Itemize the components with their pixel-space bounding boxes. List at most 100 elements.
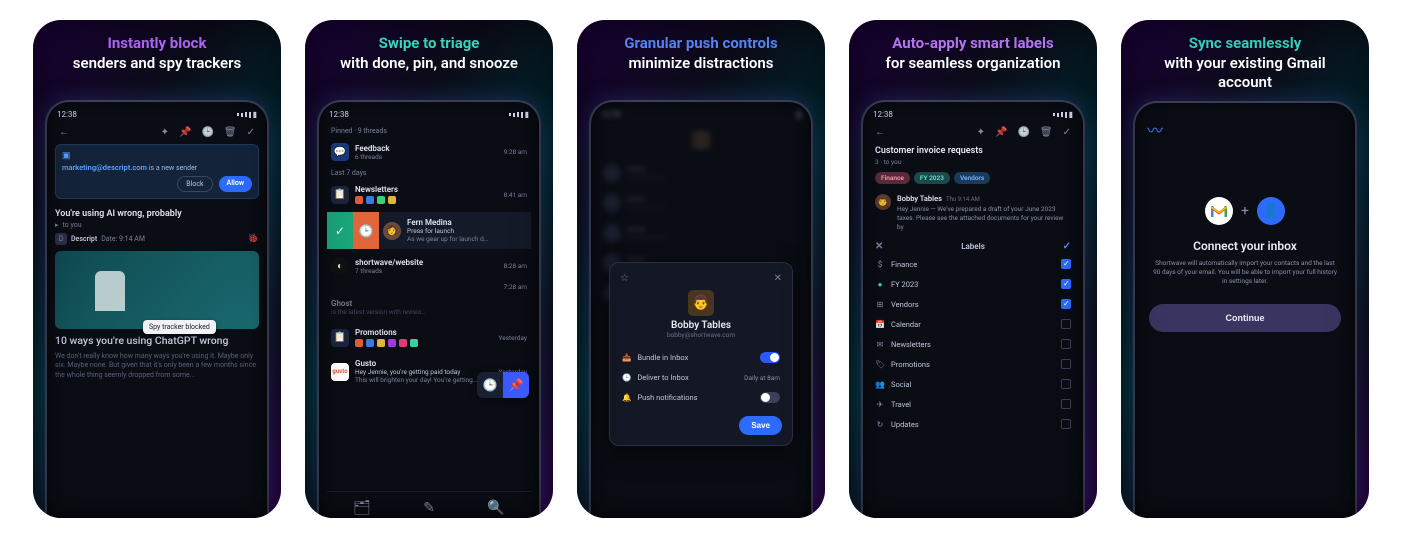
allow-button[interactable]: Allow [219,176,252,192]
label-row[interactable]: ✈Travel [871,394,1075,414]
pin-action-icon[interactable]: 📌 [503,372,529,398]
clock-icon[interactable]: 🕒 [1017,127,1029,138]
chip-vendors[interactable]: Vendors [954,172,990,184]
item-time: 9:28 am [504,148,527,156]
done-icon[interactable]: ✓ [1063,127,1071,138]
checkbox[interactable] [1061,279,1071,289]
item-sub: Hey Jennie, you're getting paid today [355,368,493,376]
floating-actions: 🕒 📌 [477,372,529,398]
label-row[interactable]: ↻Updates [871,414,1075,434]
block-button[interactable]: Block [177,176,212,192]
label-name: Newsletters [891,340,931,349]
checkbox[interactable] [1061,419,1071,429]
slide-sync-gmail[interactable]: Sync seamlessly with your existing Gmail… [1121,20,1369,518]
headline-accent: Auto-apply smart labels [892,34,1053,52]
label-icon: 👥 [875,380,885,389]
email-subject: You're using AI wrong, probably [55,209,259,219]
setting-label: Deliver to Inbox [637,373,688,382]
checkbox[interactable] [1061,319,1071,329]
slide-block-senders[interactable]: Instantly block senders and spy trackers… [33,20,281,518]
done-icon[interactable]: ✓ [247,127,255,138]
label-name: Updates [891,420,919,429]
trash-icon[interactable]: 🗑 [224,127,237,138]
list-item[interactable]: 💬 Feedback6 threads 9:28 am [327,137,531,167]
close-icon[interactable]: ✕ [774,273,782,284]
snooze-action-icon[interactable]: 🕒 [477,372,503,398]
phone-mock: 12:38 ▮ ← ✦ 📌 🕒 🗑 ✓ Customer invoice req… [861,100,1085,518]
chip-finance[interactable]: Finance [875,172,910,184]
swipe-done-icon[interactable]: ✓ [327,212,353,249]
checkbox[interactable] [1061,299,1071,309]
label-row[interactable]: 📅Calendar [871,314,1075,334]
label-name: Finance [891,260,917,269]
list-item[interactable]: 📋 Promotions Yesterday [327,322,531,353]
setting-row[interactable]: 📥Bundle in Inbox [620,347,782,368]
list-item[interactable]: ◐ shortwave/website7 threads 8:28 am [327,251,531,281]
back-icon[interactable]: ← [875,127,885,138]
clock-icon[interactable]: 🕒 [201,127,213,138]
gusto-icon: gusto [331,363,349,381]
slide-headline: Sync seamlessly with your existing Gmail… [1133,34,1357,93]
sender-name: Descript [71,235,97,243]
bug-icon[interactable]: 🐞 [248,234,259,244]
label-row[interactable]: 🏷Promotions [871,354,1075,374]
headline-accent: Swipe to triage [379,34,480,52]
star-icon[interactable]: ☆ [620,273,629,284]
swipe-snooze-icon[interactable]: 🕒 [353,212,379,249]
swipe-row[interactable]: ✓ 🕒 👩 Fern MedinaPress for launchAs we g… [327,212,531,249]
labels-close-icon[interactable]: ✕ [875,241,883,252]
new-sender-text: is a new sender [149,164,197,172]
headline-rest: with done, pin, and snooze [340,54,518,72]
pinned-label: Pinned · 9 threads [327,125,531,137]
label-row[interactable]: 👥Social [871,374,1075,394]
clock: 12:38 [329,110,349,119]
trash-icon[interactable]: 🗑 [1040,127,1053,138]
checkbox[interactable] [1061,359,1071,369]
labels-list: $Finance●FY 2023⊞Vendors📅Calendar✉Newsle… [871,254,1075,434]
pin-icon[interactable]: 📌 [995,127,1007,138]
setting-row[interactable]: 🕒Deliver to Inbox Daily at 8am [620,368,782,387]
clock: 12:38 [873,110,893,119]
label-name: Promotions [891,360,930,369]
label-row[interactable]: $Finance [871,254,1075,274]
slide-headline: Swipe to triage with done, pin, and snoo… [317,34,541,92]
nav-search-icon[interactable]: 🔍 [487,500,504,516]
setting-label: Push notifications [637,393,697,402]
label-row[interactable]: ✉Newsletters [871,334,1075,354]
email-toolbar: ← ✦ 📌 🕒 🗑 ✓ [871,125,1075,144]
slide-swipe-triage[interactable]: Swipe to triage with done, pin, and snoo… [305,20,553,518]
list-item[interactable]: Ghostis the latest version with revisio… [327,293,531,322]
item-time: 8:28 am [504,262,527,270]
slide-push-controls[interactable]: Granular push controls minimize distract… [577,20,825,518]
labels-confirm-icon[interactable]: ✓ [1063,241,1071,252]
save-button[interactable]: Save [739,416,782,435]
label-row[interactable]: ●FY 2023 [871,274,1075,294]
nav-inbox-icon[interactable]: 🗂 [353,500,371,516]
checkbox[interactable] [1061,379,1071,389]
phone-mock: 〰 + 👤 Connect your inbox Shortwave will … [1133,101,1357,519]
list-item[interactable]: 📋 Newsletters 8:41 am [327,179,531,210]
slide-smart-labels[interactable]: Auto-apply smart labels for seamless org… [849,20,1097,518]
shortwave-logo-icon: 〰 [1147,121,1163,140]
label-name: Travel [891,400,911,409]
pin-icon[interactable]: 📌 [179,127,191,138]
checkbox[interactable] [1061,259,1071,269]
checkbox[interactable] [1061,399,1071,409]
time-section: 7:28 am [327,281,531,293]
to-text: to you [63,221,82,229]
sparkle-icon[interactable]: ✦ [977,127,985,138]
toggle-on[interactable] [760,352,780,363]
label-icon: 📅 [875,320,885,329]
back-icon[interactable]: ← [59,127,69,138]
chip-fy2023[interactable]: FY 2023 [914,172,950,184]
nav-compose-icon[interactable]: ✎ [423,500,435,516]
setting-row[interactable]: 🔔Push notifications [620,387,782,408]
checkbox[interactable] [1061,339,1071,349]
label-name: FY 2023 [891,280,918,289]
toggle-off[interactable] [760,392,780,403]
sparkle-icon[interactable]: ✦ [161,127,169,138]
continue-button[interactable]: Continue [1149,304,1341,332]
label-row[interactable]: ⊞Vendors [871,294,1075,314]
deliver-value: Daily at 8am [744,374,780,382]
article-hero-image [55,251,259,329]
